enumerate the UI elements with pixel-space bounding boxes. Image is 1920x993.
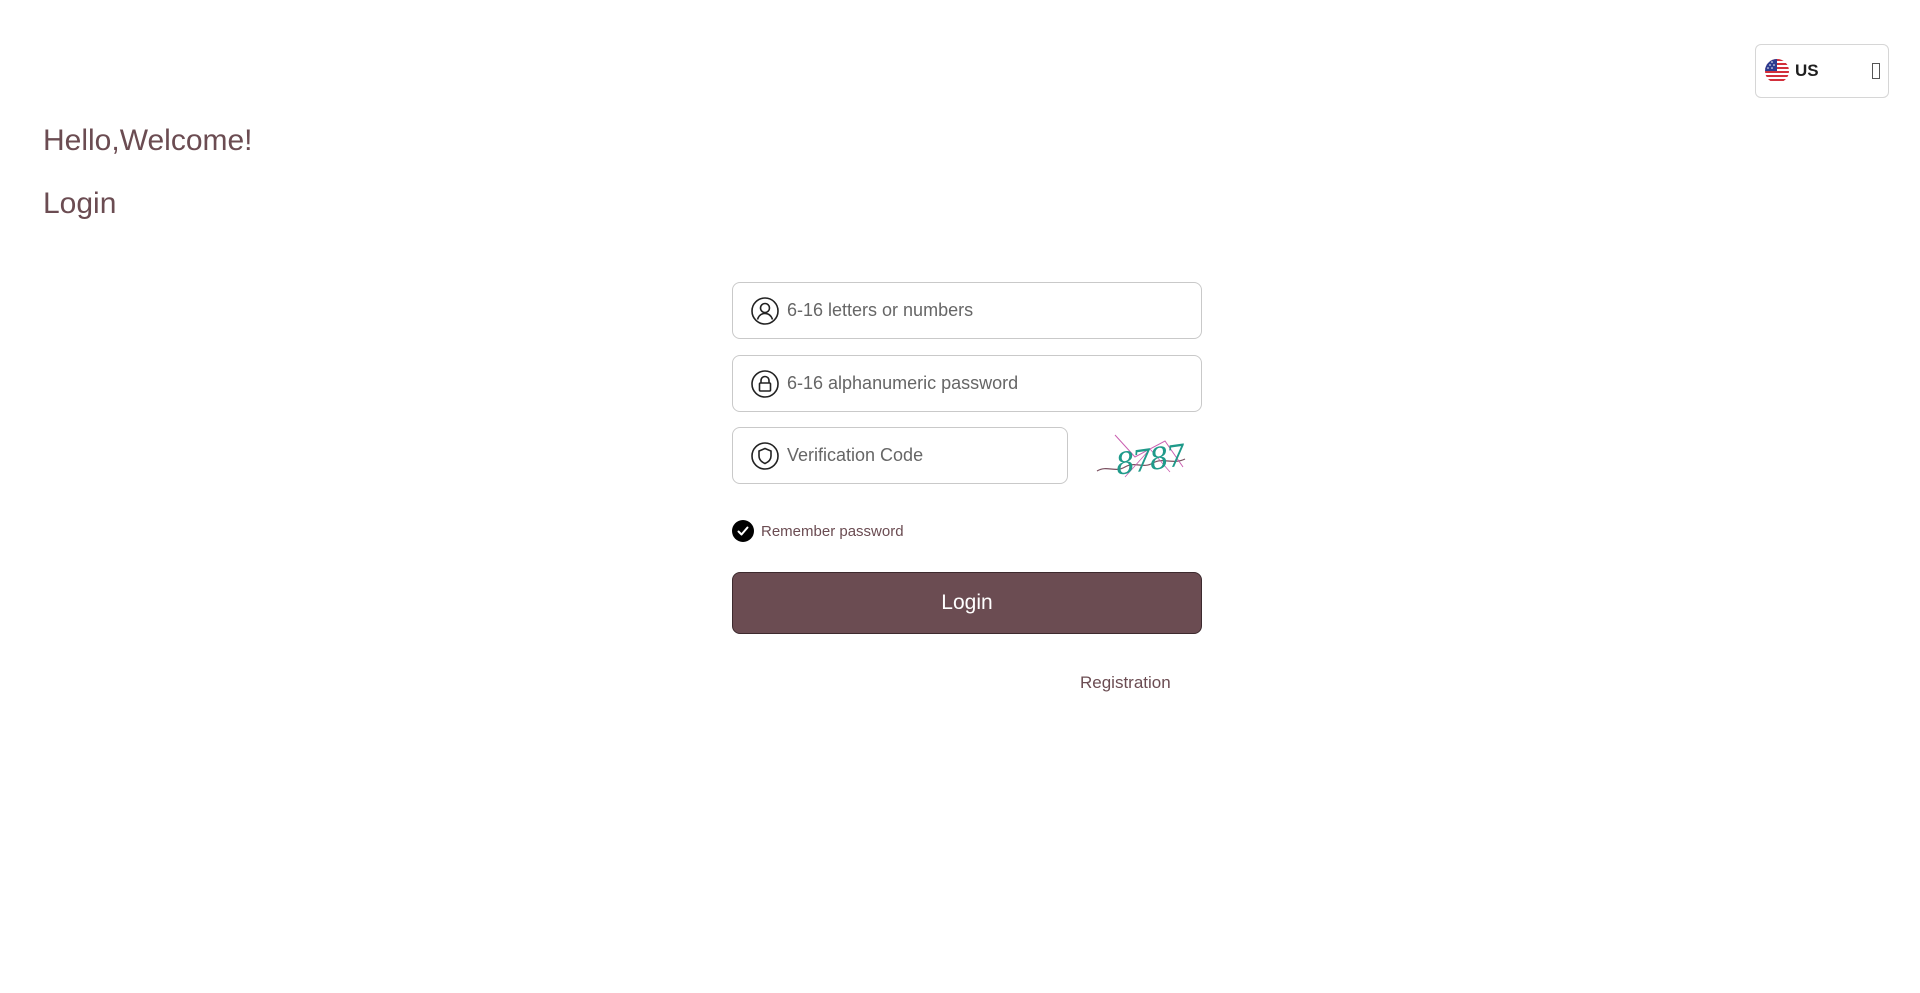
remember-password-label: Remember password [761, 522, 904, 540]
captcha-text: 8787 [1113, 438, 1188, 483]
lock-icon [751, 369, 779, 398]
verification-code-field[interactable] [732, 427, 1068, 484]
verification-code-input[interactable] [787, 435, 1047, 476]
password-field[interactable] [732, 355, 1202, 412]
username-input[interactable] [787, 290, 1167, 331]
language-code: US [1795, 61, 1819, 80]
chevron-down-icon [1872, 63, 1880, 79]
us-flag-icon [1765, 59, 1789, 83]
remember-password-checkbox[interactable]: Remember password [732, 520, 904, 542]
page-title: Login [43, 187, 117, 220]
user-icon [751, 296, 779, 325]
login-page: US Hello,Welcome! Login 6-16 letters or … [0, 0, 1920, 993]
check-icon [732, 520, 754, 542]
username-field[interactable] [732, 282, 1202, 339]
shield-icon [751, 441, 779, 470]
language-selector[interactable]: US [1755, 44, 1889, 98]
login-button[interactable]: Login [732, 572, 1202, 634]
captcha-image[interactable]: 8787 [1095, 427, 1191, 484]
password-input[interactable] [787, 363, 1167, 404]
welcome-heading: Hello,Welcome! [43, 124, 253, 157]
registration-link[interactable]: Registration [1080, 673, 1171, 693]
